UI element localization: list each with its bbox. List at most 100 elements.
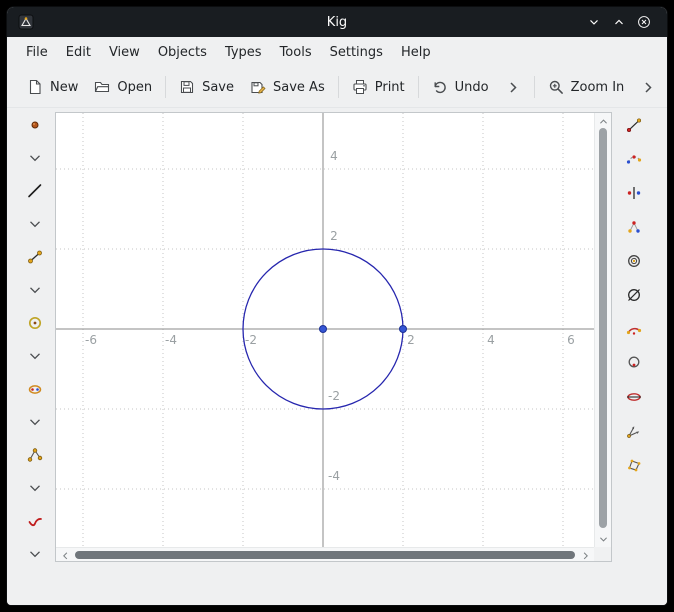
toolbar-separator: [338, 76, 339, 98]
points-construct-icon: [626, 219, 642, 235]
point-tool-button[interactable]: [23, 113, 47, 137]
undo-button-label: Undo: [455, 80, 489, 95]
axis-tick-label: -4: [165, 333, 177, 347]
main-toolbar: New Open SaveSave As Print Undo Zoom In: [7, 67, 667, 108]
canvas-area[interactable]: -6-4-224642-2-4: [56, 113, 594, 547]
kig-window: Kig FileEditViewObjectsTypesToolsSetting…: [7, 7, 667, 605]
point-object[interactable]: [400, 326, 407, 333]
conic-focus-button[interactable]: [622, 351, 646, 375]
menu-item-objects[interactable]: Objects: [149, 40, 216, 65]
document-view: -6-4-224642-2-4: [55, 112, 612, 562]
horizontal-scrollbar[interactable]: [56, 547, 594, 561]
polygon-tools-expander[interactable]: [23, 476, 47, 500]
point-tools-expander[interactable]: [23, 146, 47, 170]
scroll-right-button[interactable]: [578, 548, 592, 562]
circle-diagonal-button[interactable]: [622, 283, 646, 307]
conic-tool-button[interactable]: [23, 377, 47, 401]
point-object[interactable]: [320, 326, 327, 333]
menu-item-view[interactable]: View: [100, 40, 149, 65]
expander-chevron-icon: [27, 348, 43, 364]
test-tool-button[interactable]: [23, 509, 47, 533]
scrollbar-corner: [594, 547, 611, 561]
undo-more-button[interactable]: [497, 72, 529, 102]
kig-app-icon: [17, 14, 34, 31]
scroll-down-button[interactable]: [596, 532, 610, 546]
line-tool-button[interactable]: [23, 179, 47, 203]
line-tools-expander[interactable]: [23, 212, 47, 236]
titlebar[interactable]: Kig: [7, 7, 667, 37]
save-button[interactable]: Save: [171, 72, 242, 102]
expander-chevron-icon: [27, 414, 43, 430]
polygon-tool-button[interactable]: [23, 443, 47, 467]
minimize-icon: [587, 15, 601, 29]
left-toolbar: [15, 113, 55, 566]
menu-item-help[interactable]: Help: [392, 40, 440, 65]
menu-item-settings[interactable]: Settings: [321, 40, 392, 65]
chevron-right-icon: [640, 79, 656, 95]
undo-button[interactable]: Undo: [424, 72, 497, 102]
segment-tool-button[interactable]: [23, 245, 47, 269]
horizontal-scrollbar-thumb[interactable]: [75, 551, 575, 559]
conic-tools-expander[interactable]: [23, 410, 47, 434]
expander-chevron-icon: [27, 216, 43, 232]
vertical-scrollbar-thumb[interactable]: [599, 128, 607, 528]
menu-item-edit[interactable]: Edit: [57, 40, 100, 65]
window-title: Kig: [7, 15, 667, 30]
vector-construct-button[interactable]: [622, 419, 646, 443]
print-button[interactable]: Print: [344, 72, 413, 102]
close-button[interactable]: [635, 13, 653, 31]
points-construct-button[interactable]: [622, 215, 646, 239]
new-button-label: New: [50, 80, 78, 95]
toolbar-separator: [418, 76, 419, 98]
circle-tool-button[interactable]: [23, 311, 47, 335]
zoom-in-button-label: Zoom In: [571, 80, 625, 95]
axis-tick-label: 4: [487, 333, 495, 347]
scroll-left-button[interactable]: [58, 548, 72, 562]
zoom-in-button[interactable]: Zoom In: [540, 72, 633, 102]
line-tool-icon: [27, 183, 43, 199]
segment-tool-icon: [27, 249, 43, 265]
open-button[interactable]: Open: [86, 72, 160, 102]
arc-construct-button[interactable]: [622, 317, 646, 341]
test-tool-icon: [27, 513, 43, 529]
axis-tick-label: -4: [328, 469, 340, 483]
conic-focus-icon: [626, 355, 642, 371]
open-button-label: Open: [117, 80, 152, 95]
segment-construct-icon: [626, 117, 642, 133]
expander-chevron-icon: [27, 150, 43, 166]
new-button[interactable]: New: [19, 72, 86, 102]
menu-item-types[interactable]: Types: [216, 40, 271, 65]
axis-tick-label: 4: [330, 149, 338, 163]
curve-points-button[interactable]: [622, 147, 646, 171]
perpendicular-construct-button[interactable]: [622, 181, 646, 205]
geometry-canvas[interactable]: -6-4-224642-2-4: [56, 113, 594, 547]
expander-chevron-icon: [27, 282, 43, 298]
menu-item-tools[interactable]: Tools: [271, 40, 321, 65]
toolbar-overflow-button[interactable]: [632, 72, 664, 102]
segment-construct-button[interactable]: [622, 113, 646, 137]
ellipse-axis-button[interactable]: [622, 385, 646, 409]
save-as-button[interactable]: Save As: [242, 72, 333, 102]
segment-tools-expander[interactable]: [23, 278, 47, 302]
document-new-icon: [27, 79, 43, 95]
axis-tick-label: -2: [245, 333, 257, 347]
close-icon: [637, 15, 651, 29]
status-bar: [7, 562, 667, 605]
minimize-button[interactable]: [585, 13, 603, 31]
menu-item-file[interactable]: File: [17, 40, 57, 65]
maximize-button[interactable]: [610, 13, 628, 31]
print-button-label: Print: [375, 80, 405, 95]
zoom-in-icon: [548, 79, 564, 95]
scroll-up-button[interactable]: [596, 114, 610, 128]
folder-open-icon: [94, 79, 110, 95]
polygon-construct-button[interactable]: [622, 453, 646, 477]
save-as-icon: [250, 79, 266, 95]
circle-tools-expander[interactable]: [23, 344, 47, 368]
arc-construct-icon: [626, 321, 642, 337]
circle-center-button[interactable]: [622, 249, 646, 273]
axis-tick-label: 6: [567, 333, 575, 347]
ellipse-axis-icon: [626, 389, 642, 405]
vertical-scrollbar[interactable]: [594, 113, 611, 547]
curve-points-icon: [626, 151, 642, 167]
axis-tick-label: 2: [407, 333, 415, 347]
